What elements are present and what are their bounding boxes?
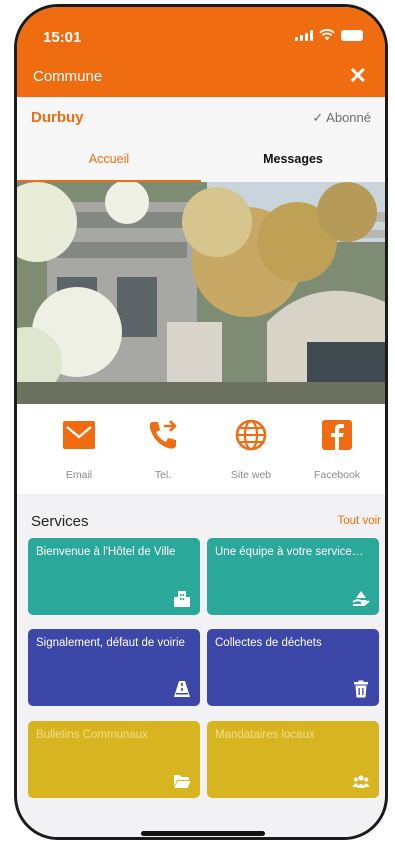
service-card-hotel-de-ville[interactable]: Bienvenue à l'Hôtel de Ville xyxy=(28,538,200,615)
app-bar: Commune ✕ xyxy=(17,57,385,97)
contact-phone[interactable]: Tel. xyxy=(123,418,203,481)
commune-header: Durbuy ✓ Abonné xyxy=(17,97,385,137)
signal-icon xyxy=(295,29,313,41)
tab-messages[interactable]: Messages xyxy=(201,137,385,182)
contact-website[interactable]: Site web xyxy=(211,418,291,481)
building-icon xyxy=(174,591,190,607)
subscribed-toggle[interactable]: ✓ Abonné xyxy=(312,110,371,126)
tab-bar: Accueil Messages xyxy=(17,137,385,182)
service-card-label: Bulletins Communaux xyxy=(36,729,148,741)
folder-icon xyxy=(174,775,191,788)
status-icons xyxy=(295,29,363,41)
service-card-label: Collectes de déchets xyxy=(215,637,322,649)
service-card-mandataires[interactable]: Mandataires locaux xyxy=(207,721,379,798)
see-all-link[interactable]: Tout voir xyxy=(338,515,381,527)
service-card-partial[interactable]: C xyxy=(386,538,388,615)
hand-service-icon xyxy=(352,591,370,606)
service-card-label: Une équipe à votre service… xyxy=(215,546,364,558)
globe-icon xyxy=(235,419,267,451)
battery-icon xyxy=(341,29,363,41)
service-card-label: Bienvenue à l'Hôtel de Ville xyxy=(36,546,176,558)
trash-icon xyxy=(354,680,368,698)
road-icon xyxy=(174,681,190,697)
close-icon[interactable]: ✕ xyxy=(349,63,367,89)
contact-label: Tel. xyxy=(154,469,172,481)
wifi-icon xyxy=(319,29,335,41)
home-indicator[interactable] xyxy=(141,831,265,836)
service-card-dechets[interactable]: Collectes de déchets xyxy=(207,629,379,706)
contact-email[interactable]: Email xyxy=(39,418,119,481)
commune-name: Durbuy xyxy=(31,109,84,126)
contact-label: Email xyxy=(65,469,93,481)
service-card-partial[interactable]: A xyxy=(386,721,388,798)
service-card-label: Signalement, défaut de voirie xyxy=(36,637,185,649)
hero-image xyxy=(17,182,385,404)
service-card-bulletins[interactable]: Bulletins Communaux xyxy=(28,721,200,798)
app-title: Commune xyxy=(33,68,103,85)
contact-label: Site web xyxy=(230,469,272,481)
tab-accueil[interactable]: Accueil xyxy=(17,137,201,182)
status-time: 15:01 xyxy=(43,29,82,46)
service-card-partial[interactable]: G xyxy=(386,629,388,706)
phone-screen: 15:01 Commune ✕ Durbuy ✓ Abonné Accueil … xyxy=(14,4,388,840)
contact-facebook[interactable]: Facebook xyxy=(297,418,377,481)
phone-icon xyxy=(149,420,177,449)
facebook-icon xyxy=(322,420,352,450)
service-card-signalement[interactable]: Signalement, défaut de voirie xyxy=(28,629,200,706)
people-icon xyxy=(352,775,370,788)
contact-label: Facebook xyxy=(313,469,361,481)
services-title: Services xyxy=(31,513,89,530)
contact-row: Email Tel. Site web Facebook xyxy=(17,404,385,494)
email-icon xyxy=(63,421,95,449)
service-card-equipe[interactable]: Une équipe à votre service… xyxy=(207,538,379,615)
status-bar: 15:01 xyxy=(17,7,385,57)
service-card-label: Mandataires locaux xyxy=(215,729,315,741)
